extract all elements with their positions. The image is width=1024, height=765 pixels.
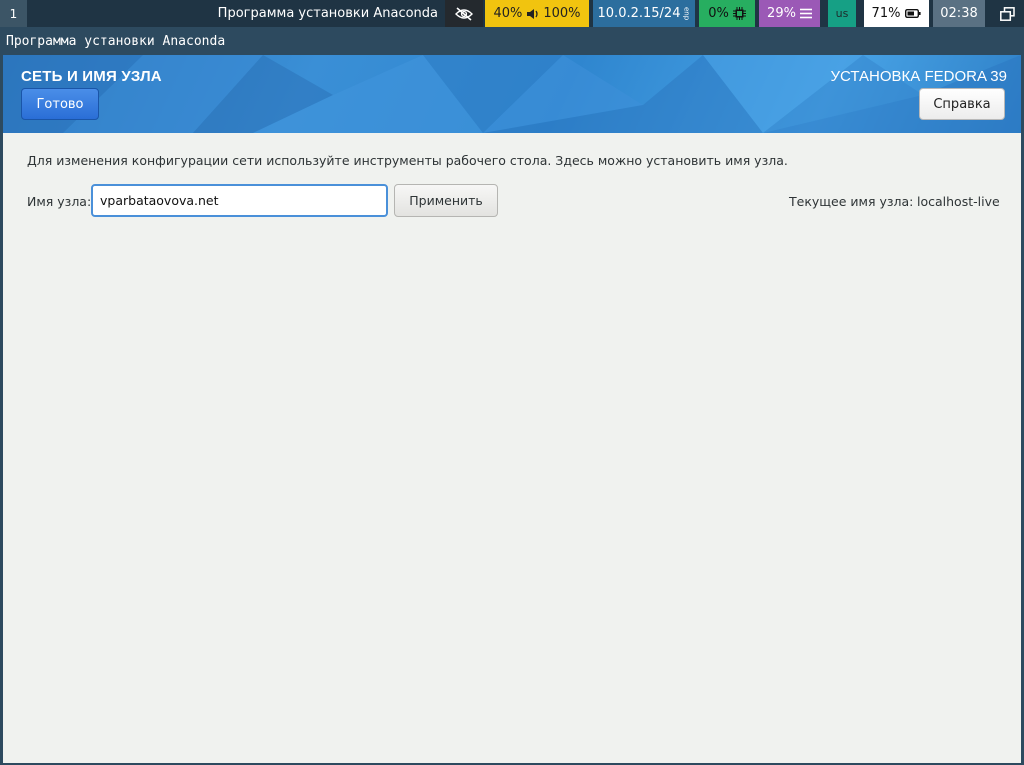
current-hostname-value: localhost-live	[917, 194, 1000, 209]
mic-level: 40%	[493, 6, 523, 21]
done-button[interactable]: Готово	[21, 88, 99, 120]
workspace-number: 1	[9, 6, 18, 21]
speaker-icon	[527, 8, 539, 19]
ip-address: 10.0.2.15/24	[597, 6, 681, 21]
top-panel: 1 Программа установки Anaconda 40% 100% …	[0, 0, 1024, 27]
spoke-content: Для изменения конфигурации сети использу…	[3, 133, 1021, 763]
application-title: Программа установки Anaconda	[0, 27, 1024, 55]
audio-indicator[interactable]: 40% 100%	[485, 0, 589, 27]
hostname-input[interactable]	[91, 184, 388, 217]
privacy-indicator[interactable]	[445, 0, 483, 27]
volume-level: 100%	[543, 6, 581, 21]
keyboard-layout-indicator[interactable]: us	[828, 0, 856, 27]
focused-window-title: Программа установки Anaconda	[217, 6, 438, 21]
memory-indicator[interactable]: 29%	[759, 0, 820, 27]
spoke-header: СЕТЬ И ИМЯ УЗЛА УСТАНОВКА FEDORA 39 Гото…	[3, 55, 1021, 133]
memory-usage: 29%	[767, 6, 796, 21]
cpu-chip-icon	[732, 7, 746, 20]
spoke-title: СЕТЬ И ИМЯ УЗЛА	[21, 68, 162, 85]
battery-level: 71%	[871, 6, 901, 21]
workspace-indicator[interactable]: 1	[0, 0, 27, 27]
cpu-indicator[interactable]: 0%	[699, 0, 755, 27]
hostname-label: Имя узла:	[27, 194, 92, 209]
interface-name: enp	[682, 6, 691, 21]
battery-icon	[905, 9, 922, 18]
battery-indicator[interactable]: 71%	[864, 0, 929, 27]
help-button[interactable]: Справка	[919, 88, 1005, 120]
memory-bars-icon	[799, 8, 812, 19]
network-indicator[interactable]: 10.0.2.15/24 enp	[593, 0, 695, 27]
clock[interactable]: 02:38	[933, 0, 985, 27]
current-hostname-label: Текущее имя узла:	[789, 194, 914, 209]
window-switcher-button[interactable]	[990, 0, 1024, 27]
header-background-pattern	[3, 55, 1021, 133]
windows-stack-icon	[999, 6, 1015, 21]
description-text: Для изменения конфигурации сети использу…	[27, 153, 788, 168]
cpu-usage: 0%	[708, 6, 729, 21]
product-title: УСТАНОВКА FEDORA 39	[830, 68, 1007, 85]
eye-slash-icon	[455, 6, 473, 21]
apply-button[interactable]: Применить	[394, 184, 498, 217]
